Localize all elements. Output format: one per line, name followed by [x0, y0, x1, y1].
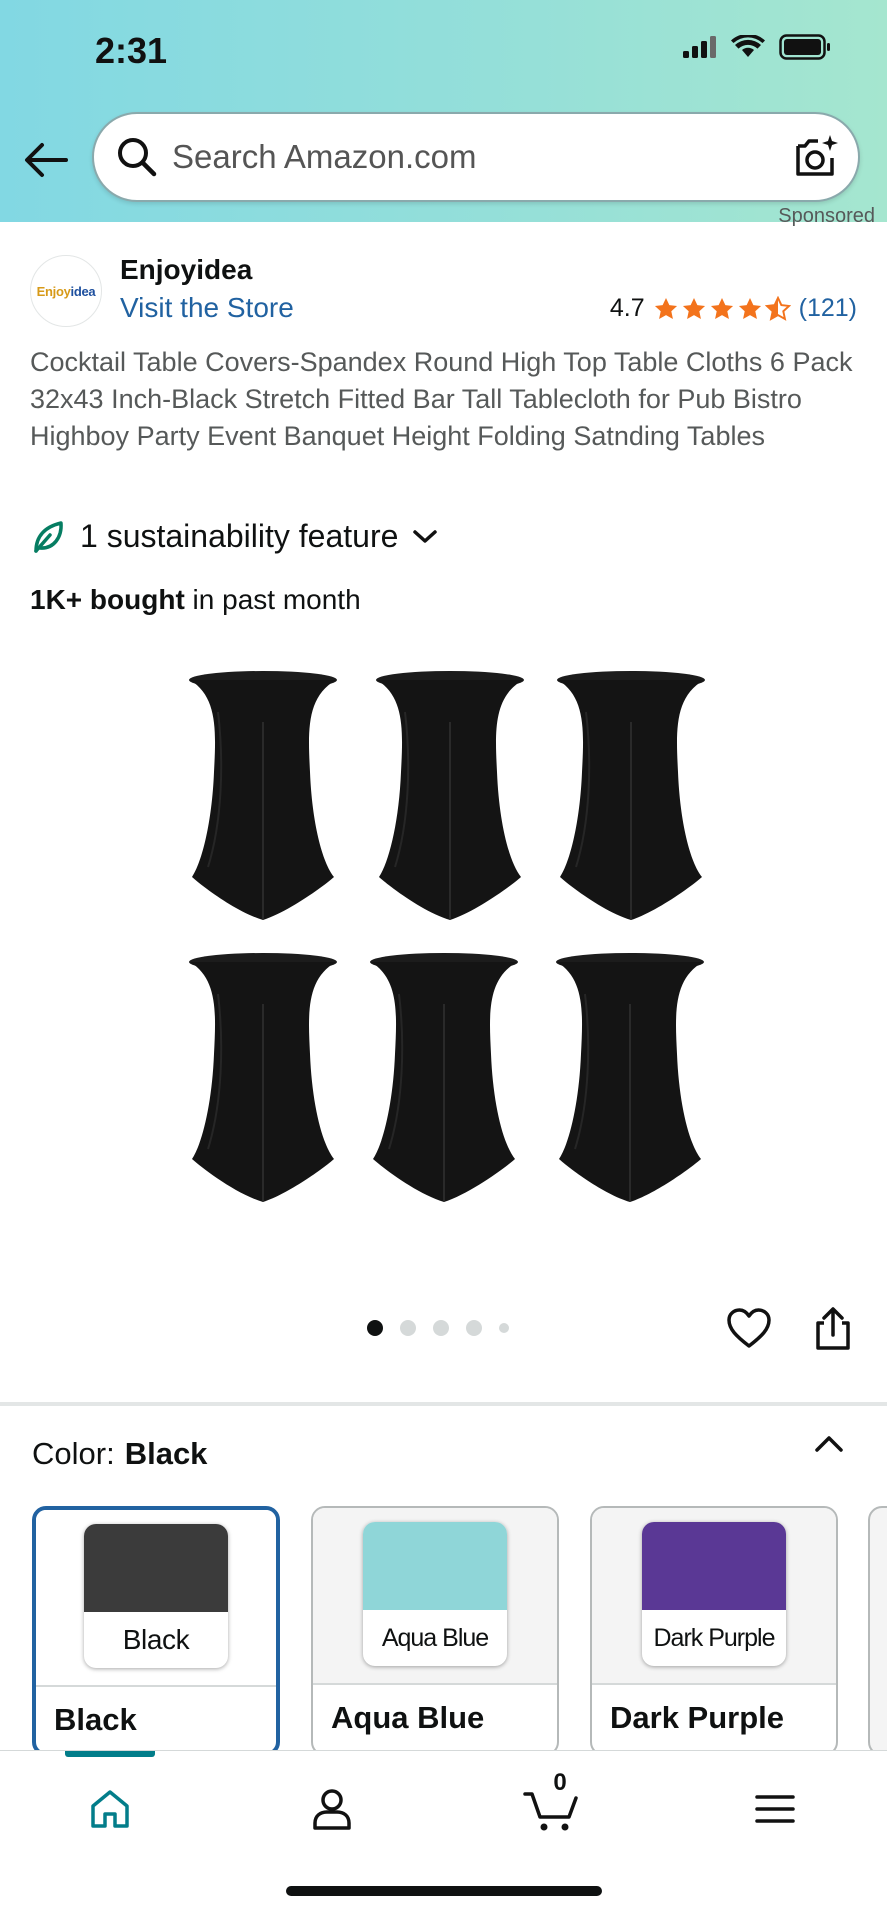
- swatch-chip: Black: [84, 1524, 228, 1668]
- chip-color: [363, 1522, 507, 1610]
- section-divider: [0, 1402, 887, 1406]
- swatch-preview: Aqua Blue: [313, 1508, 557, 1683]
- search-input[interactable]: Search Amazon.com: [172, 138, 476, 176]
- chip-label: Black: [122, 1624, 190, 1655]
- swatch-chip: Aqua Blue: [363, 1522, 507, 1666]
- star-rating: [653, 295, 791, 322]
- search-bar[interactable]: Search Amazon.com: [92, 112, 860, 202]
- swatch-separator: [592, 1683, 836, 1685]
- status-icons: [683, 34, 831, 60]
- star-icon: [682, 297, 705, 319]
- active-tab-indicator: [65, 1751, 155, 1757]
- chevron-up-icon[interactable]: [812, 1432, 846, 1456]
- home-icon: [91, 1790, 129, 1828]
- swatch-name: Dark Purple: [610, 1700, 785, 1735]
- color-swatch-dark-purple[interactable]: Dark Purple Dark Purple: [590, 1506, 838, 1756]
- rating-row[interactable]: 4.7 (121): [610, 294, 857, 323]
- rating-count[interactable]: (121): [799, 294, 857, 323]
- pager-dot[interactable]: [400, 1320, 416, 1336]
- sustainability-feature[interactable]: 1 sustainability feature: [30, 518, 438, 555]
- bought-rest: in past month: [184, 584, 361, 615]
- star-icon: [710, 297, 733, 319]
- pager-dot[interactable]: [433, 1320, 449, 1336]
- bought-bold: 1K+ bought: [30, 584, 185, 615]
- tablecloth-6: [555, 952, 705, 1203]
- swatch-separator: [36, 1685, 276, 1687]
- wifi-icon: [731, 35, 765, 57]
- rating-value: 4.7: [609, 294, 645, 322]
- swatch-name: Aqua Blue: [331, 1700, 485, 1735]
- tablecloth-1: [188, 670, 338, 921]
- bought-count: 1K+ bought in past month: [30, 584, 361, 616]
- image-pager-dots[interactable]: [367, 1320, 509, 1336]
- nav-menu[interactable]: [745, 1779, 805, 1839]
- star-icon: [654, 297, 677, 319]
- status-time: 2:31: [95, 30, 168, 71]
- home-indicator[interactable]: [286, 1886, 602, 1896]
- nav-account[interactable]: [302, 1779, 362, 1839]
- store-logo[interactable]: Enjoyidea: [30, 255, 102, 327]
- brand-name[interactable]: Enjoyidea: [120, 254, 252, 286]
- chip-label: Dark Purple: [653, 1623, 776, 1652]
- tablecloth-4: [188, 952, 338, 1203]
- swatch-preview: Dark Purple: [592, 1508, 836, 1683]
- product-image[interactable]: [170, 660, 730, 1220]
- logo-text-a: Enjoy: [36, 283, 71, 299]
- pager-dot[interactable]: [499, 1323, 509, 1333]
- chevron-down-icon: [413, 529, 438, 543]
- tablecloth-3: [556, 670, 706, 921]
- color-label: Color: Black: [32, 1436, 207, 1472]
- chip-color: [84, 1524, 228, 1612]
- visit-store-link[interactable]: Visit the Store: [120, 292, 294, 324]
- swatch-preview: Black: [36, 1510, 276, 1685]
- heart-icon[interactable]: [726, 1307, 772, 1349]
- color-swatch-aqua-blue[interactable]: Aqua Blue Aqua Blue: [311, 1506, 559, 1756]
- logo-text-b: idea: [70, 283, 96, 299]
- sponsored-label[interactable]: Sponsored: [778, 205, 875, 227]
- star-icon: [738, 297, 761, 319]
- product-title: Cocktail Table Covers-Spandex Round High…: [30, 347, 853, 451]
- tablecloth-5: [369, 952, 519, 1203]
- color-swatch-next[interactable]: [868, 1506, 887, 1756]
- search-icon: [118, 138, 157, 177]
- leaf-icon: [34, 520, 63, 553]
- swatch-separator: [313, 1683, 557, 1685]
- chip-color: [642, 1522, 786, 1610]
- chip-label: Aqua Blue: [381, 1623, 489, 1652]
- color-label-text: Color:: [32, 1436, 115, 1471]
- share-icon[interactable]: [810, 1306, 856, 1352]
- nav-home[interactable]: [80, 1779, 140, 1839]
- person-icon: [313, 1789, 351, 1830]
- color-selected-value: Black: [124, 1436, 208, 1471]
- app-header: 2:31 Search Amazon.com: [0, 0, 887, 222]
- hamburger-menu-icon: [755, 1795, 795, 1823]
- sustainability-text: 1 sustainability feature: [80, 518, 399, 554]
- tablecloth-2: [375, 670, 525, 921]
- half-star-icon: [764, 295, 791, 321]
- swatch-name: Black: [54, 1702, 137, 1737]
- pager-dot[interactable]: [466, 1320, 482, 1336]
- pager-dot[interactable]: [367, 1320, 383, 1336]
- swatch-chip: Dark Purple: [642, 1522, 786, 1666]
- color-swatch-black[interactable]: Black Black: [32, 1506, 280, 1756]
- cart-count-badge: 0: [553, 1769, 567, 1796]
- back-arrow-icon[interactable]: [22, 138, 70, 182]
- battery-icon: [779, 34, 830, 60]
- signal-icon: [683, 36, 716, 58]
- camera-search-icon[interactable]: [790, 132, 840, 182]
